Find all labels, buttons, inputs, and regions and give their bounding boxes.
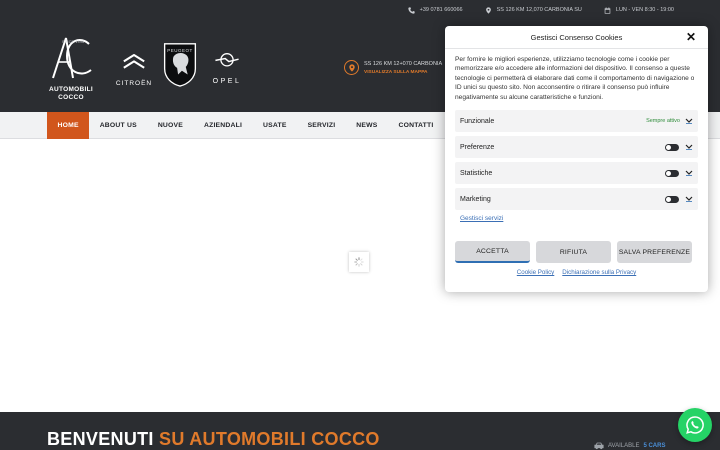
nav-item-servizi[interactable]: SERVIZI — [297, 112, 346, 139]
logo-name-line2: COCCO — [58, 94, 84, 101]
opel-brand[interactable]: OPEL — [204, 48, 250, 88]
loading-spinner — [349, 252, 369, 272]
category-label: Marketing — [460, 195, 491, 203]
chevron-down-icon[interactable] — [685, 143, 693, 151]
top-info-bar: +39 0781 660066 SS 126 KM 12,070 CARBONI… — [0, 0, 720, 20]
calendar-icon — [604, 6, 611, 14]
available-count: 5 CARS — [643, 443, 666, 449]
location-pin-icon — [485, 6, 491, 14]
phone-info[interactable]: +39 0781 660066 — [407, 6, 463, 14]
privacy-statement-link[interactable]: Dichiarazione sulla Privacy — [562, 269, 636, 276]
always-active-badge: Sempre attivo — [646, 118, 680, 124]
peugeot-label: PEUGEOT — [167, 48, 193, 53]
automobili-cocco-logo[interactable]: SINCE 1998 AUTOMOBILI COCCO — [47, 32, 95, 102]
address-text: SS 126 KM 12,070 CARBONIA SU — [496, 7, 582, 13]
header-location: SS 126 KM 12+070 CARBONIA VISUALIZZA SUL… — [344, 60, 442, 75]
since-label: SINCE 1998 — [62, 40, 85, 44]
nav-item-nuove[interactable]: NUOVE — [147, 112, 193, 139]
category-label: Statistiche — [460, 169, 493, 177]
chevron-down-icon[interactable] — [685, 195, 693, 203]
citroen-label: CITROËN — [115, 80, 153, 87]
available-label: AVAILABLE — [608, 443, 640, 449]
manage-services-link[interactable]: Gestisci servizi — [460, 215, 503, 222]
whatsapp-icon — [686, 416, 704, 434]
nav-item-home[interactable]: HOME — [47, 112, 90, 139]
opening-hours: LUN - VEN 8:30 - 19:00 — [615, 7, 674, 13]
marketing-toggle[interactable] — [665, 195, 679, 203]
nav-item-usate[interactable]: USATE — [253, 112, 298, 139]
nav-item-aziendali[interactable]: AZIENDALI — [193, 112, 252, 139]
nav-item-contatti[interactable]: CONTATTI — [388, 112, 444, 139]
cookie-dialog-title: Gestisci Consenso Cookies — [530, 33, 623, 42]
phone-number: +39 0781 660066 — [419, 7, 463, 13]
reject-button[interactable]: RIFIUTA — [536, 241, 611, 263]
accept-button[interactable]: ACCETTA — [455, 241, 530, 263]
cookie-category-statistiche[interactable]: Statistiche — [455, 162, 698, 184]
citroen-chevron-icon — [123, 53, 145, 69]
statistiche-toggle[interactable] — [665, 169, 679, 177]
map-link[interactable]: VISUALIZZA SULLA MAPPA — [364, 70, 442, 75]
cookie-consent-dialog: Gestisci Consenso Cookies ✕ Per fornire … — [445, 26, 708, 292]
header-address: SS 126 KM 12+070 CARBONIA — [364, 61, 443, 67]
save-preferences-button[interactable]: SALVA PREFERENZE — [617, 241, 692, 263]
peugeot-brand[interactable]: PEUGEOT — [160, 40, 200, 90]
cookie-policy-link[interactable]: Cookie Policy — [517, 269, 555, 276]
welcome-highlight: SU AUTOMOBILI COCCO — [159, 429, 380, 449]
location-icon — [344, 60, 359, 75]
welcome-prefix: BENVENUTI — [47, 429, 160, 449]
opel-label: OPEL — [212, 78, 242, 85]
address-info[interactable]: SS 126 KM 12,070 CARBONIA SU — [485, 6, 582, 14]
spinner-icon — [354, 257, 364, 267]
cookie-category-funzionale[interactable]: Funzionale Sempre attivo — [455, 110, 698, 132]
cookie-category-marketing[interactable]: Marketing — [455, 188, 698, 210]
close-icon[interactable]: ✕ — [686, 31, 696, 43]
chevron-down-icon[interactable] — [685, 117, 693, 125]
cookie-category-preferenze[interactable]: Preferenze — [455, 136, 698, 158]
chevron-down-icon[interactable] — [685, 169, 693, 177]
hours-info: LUN - VEN 8:30 - 19:00 — [604, 6, 674, 14]
category-label: Preferenze — [460, 143, 495, 151]
nav-item-news[interactable]: NEWS — [346, 112, 388, 139]
opel-blitz-icon — [215, 53, 239, 67]
logo-name-line1: AUTOMOBILI — [48, 86, 94, 93]
available-cars: AVAILABLE 5 CARS — [594, 442, 665, 450]
cookie-description: Per fornire le migliori esperienze, util… — [455, 56, 695, 101]
nav-item-about-us[interactable]: ABOUT US — [89, 112, 147, 139]
category-label: Funzionale — [460, 117, 495, 125]
welcome-heading: BENVENUTI SU AUTOMOBILI COCCO — [47, 429, 380, 450]
cookie-policy-links: Cookie Policy Dichiarazione sulla Privac… — [445, 269, 708, 276]
divider — [445, 48, 708, 49]
whatsapp-button[interactable] — [678, 408, 712, 442]
phone-icon — [407, 6, 415, 14]
citroen-brand[interactable]: CITROËN — [112, 48, 156, 92]
car-icon — [594, 442, 604, 450]
preferenze-toggle[interactable] — [665, 143, 679, 151]
